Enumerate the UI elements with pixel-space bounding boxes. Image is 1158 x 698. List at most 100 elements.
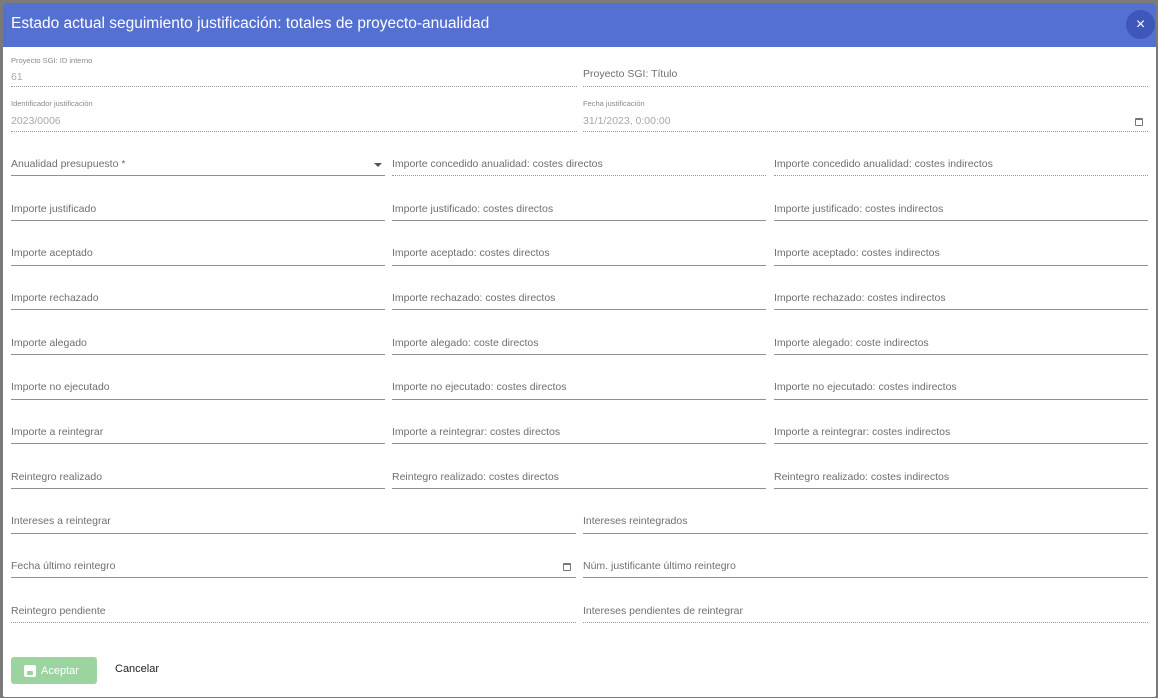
field-value: 61	[11, 71, 23, 83]
field-label: Importe a reintegrar	[11, 426, 104, 438]
field-underline	[392, 488, 766, 489]
field-underline	[11, 220, 385, 221]
intereses-reintegrar-input[interactable]: Intereses a reintegrar	[11, 508, 576, 534]
field-underline	[11, 86, 577, 87]
field-label: Reintegro realizado	[11, 471, 103, 483]
field-underline	[392, 309, 766, 310]
proyecto-id-field: Proyecto SGI: ID interno 61	[11, 56, 577, 88]
chevron-down-icon[interactable]	[374, 163, 382, 167]
field-underline	[11, 443, 385, 444]
rechazado-indirectos-input[interactable]: Importe rechazado: costes indirectos	[774, 285, 1148, 311]
reintegrar-input[interactable]: Importe a reintegrar	[11, 419, 385, 445]
field-underline	[392, 175, 766, 176]
num-justificante-input[interactable]: Núm. justificante último reintegro	[583, 553, 1148, 579]
field-underline	[774, 399, 1148, 400]
reintegrar-indirectos-input[interactable]: Importe a reintegrar: costes indirectos	[774, 419, 1148, 445]
reintegro-indirectos-input[interactable]: Reintegro realizado: costes indirectos	[774, 464, 1148, 490]
field-label: Importe concedido anualidad: costes dire…	[392, 158, 603, 170]
field-underline	[392, 354, 766, 355]
field-label: Reintegro realizado: costes indirectos	[774, 471, 950, 483]
field-label: Intereses a reintegrar	[11, 515, 111, 527]
field-underline	[583, 131, 1148, 132]
field-underline	[774, 443, 1148, 444]
field-value: 31/1/2023, 0:00:00	[583, 115, 671, 127]
field-label: Importe justificado: costes indirectos	[774, 203, 944, 215]
field-underline	[583, 533, 1148, 534]
identificador-field: Identificador justificación 2023/0006	[11, 99, 577, 133]
reintegro-directos-input[interactable]: Reintegro realizado: costes directos	[392, 464, 766, 490]
anualidad-select[interactable]: Anualidad presupuesto *	[11, 151, 385, 177]
field-label: Importe rechazado: costes indirectos	[774, 292, 946, 304]
field-label: Importe justificado: costes directos	[392, 203, 554, 215]
field-underline	[774, 175, 1148, 176]
field-label: Importe no ejecutado: costes directos	[392, 381, 567, 393]
field-label: Reintegro realizado: costes directos	[392, 471, 559, 483]
field-label: Importe no ejecutado: costes indirectos	[774, 381, 957, 393]
field-label: Importe rechazado	[11, 292, 99, 304]
reintegrar-directos-input[interactable]: Importe a reintegrar: costes directos	[392, 419, 766, 445]
rechazado-input[interactable]: Importe rechazado	[11, 285, 385, 311]
aceptado-input[interactable]: Importe aceptado	[11, 240, 385, 266]
field-underline	[774, 488, 1148, 489]
close-icon[interactable]: ×	[1126, 10, 1155, 39]
field-label: Importe alegado: coste directos	[392, 337, 539, 349]
fecha-ultimo-reintegro-input[interactable]: Fecha último reintegro	[11, 553, 576, 579]
field-underline	[583, 622, 1148, 623]
field-underline	[11, 577, 576, 578]
field-label: Importe rechazado: costes directos	[392, 292, 556, 304]
field-label: Fecha justificación	[583, 99, 645, 108]
field-underline	[583, 86, 1148, 87]
field-underline	[774, 309, 1148, 310]
concedido-directos-field: Importe concedido anualidad: costes dire…	[392, 151, 766, 177]
field-label: Anualidad presupuesto *	[11, 158, 126, 170]
field-underline	[392, 265, 766, 266]
fecha-justificacion-field: Fecha justificación 31/1/2023, 0:00:00	[583, 99, 1148, 133]
field-label: Importe justificado	[11, 203, 97, 215]
no-ejecutado-input[interactable]: Importe no ejecutado	[11, 374, 385, 400]
field-underline	[11, 399, 385, 400]
field-underline	[11, 175, 385, 176]
field-underline	[11, 622, 576, 623]
concedido-indirectos-field: Importe concedido anualidad: costes indi…	[774, 151, 1148, 177]
justificado-input[interactable]: Importe justificado	[11, 196, 385, 222]
field-underline	[11, 354, 385, 355]
intereses-reintegrados-input[interactable]: Intereses reintegrados	[583, 508, 1148, 534]
justificado-directos-input[interactable]: Importe justificado: costes directos	[392, 196, 766, 222]
field-label: Núm. justificante último reintegro	[583, 560, 736, 572]
reintegro-pendiente-field: Reintegro pendiente	[11, 598, 576, 624]
rechazado-directos-input[interactable]: Importe rechazado: costes directos	[392, 285, 766, 311]
alegado-indirectos-input[interactable]: Importe alegado: coste indirectos	[774, 330, 1148, 356]
alegado-input[interactable]: Importe alegado	[11, 330, 385, 356]
field-underline	[774, 265, 1148, 266]
field-underline	[11, 533, 576, 534]
accept-button[interactable]: Aceptar	[11, 657, 97, 684]
field-label: Importe concedido anualidad: costes indi…	[774, 158, 993, 170]
no-ejecutado-indirectos-input[interactable]: Importe no ejecutado: costes indirectos	[774, 374, 1148, 400]
field-underline	[774, 354, 1148, 355]
field-label: Importe a reintegrar: costes indirectos	[774, 426, 951, 438]
field-underline	[11, 309, 385, 310]
field-label: Importe aceptado: costes indirectos	[774, 247, 940, 259]
field-label: Proyecto SGI: ID interno	[11, 56, 93, 65]
field-label: Importe no ejecutado	[11, 381, 110, 393]
accept-button-label: Aceptar	[41, 664, 79, 677]
field-label: Intereses pendientes de reintegrar	[583, 605, 743, 617]
reintegro-realizado-input[interactable]: Reintegro realizado	[11, 464, 385, 490]
field-underline	[392, 399, 766, 400]
aceptado-indirectos-input[interactable]: Importe aceptado: costes indirectos	[774, 240, 1148, 266]
cancel-button[interactable]: Cancelar	[115, 663, 159, 675]
intereses-pendientes-field: Intereses pendientes de reintegrar	[583, 598, 1148, 624]
aceptado-directos-input[interactable]: Importe aceptado: costes directos	[392, 240, 766, 266]
field-label: Identificador justificación	[11, 99, 93, 108]
field-underline	[11, 488, 385, 489]
justificado-indirectos-input[interactable]: Importe justificado: costes indirectos	[774, 196, 1148, 222]
alegado-directos-input[interactable]: Importe alegado: coste directos	[392, 330, 766, 356]
field-underline	[11, 131, 577, 132]
field-label: Importe alegado	[11, 337, 87, 349]
calendar-icon[interactable]	[563, 563, 571, 571]
field-label: Reintegro pendiente	[11, 605, 106, 617]
field-underline	[774, 220, 1148, 221]
no-ejecutado-directos-input[interactable]: Importe no ejecutado: costes directos	[392, 374, 766, 400]
field-label: Importe a reintegrar: costes directos	[392, 426, 561, 438]
field-label: Proyecto SGI: Título	[583, 68, 678, 80]
